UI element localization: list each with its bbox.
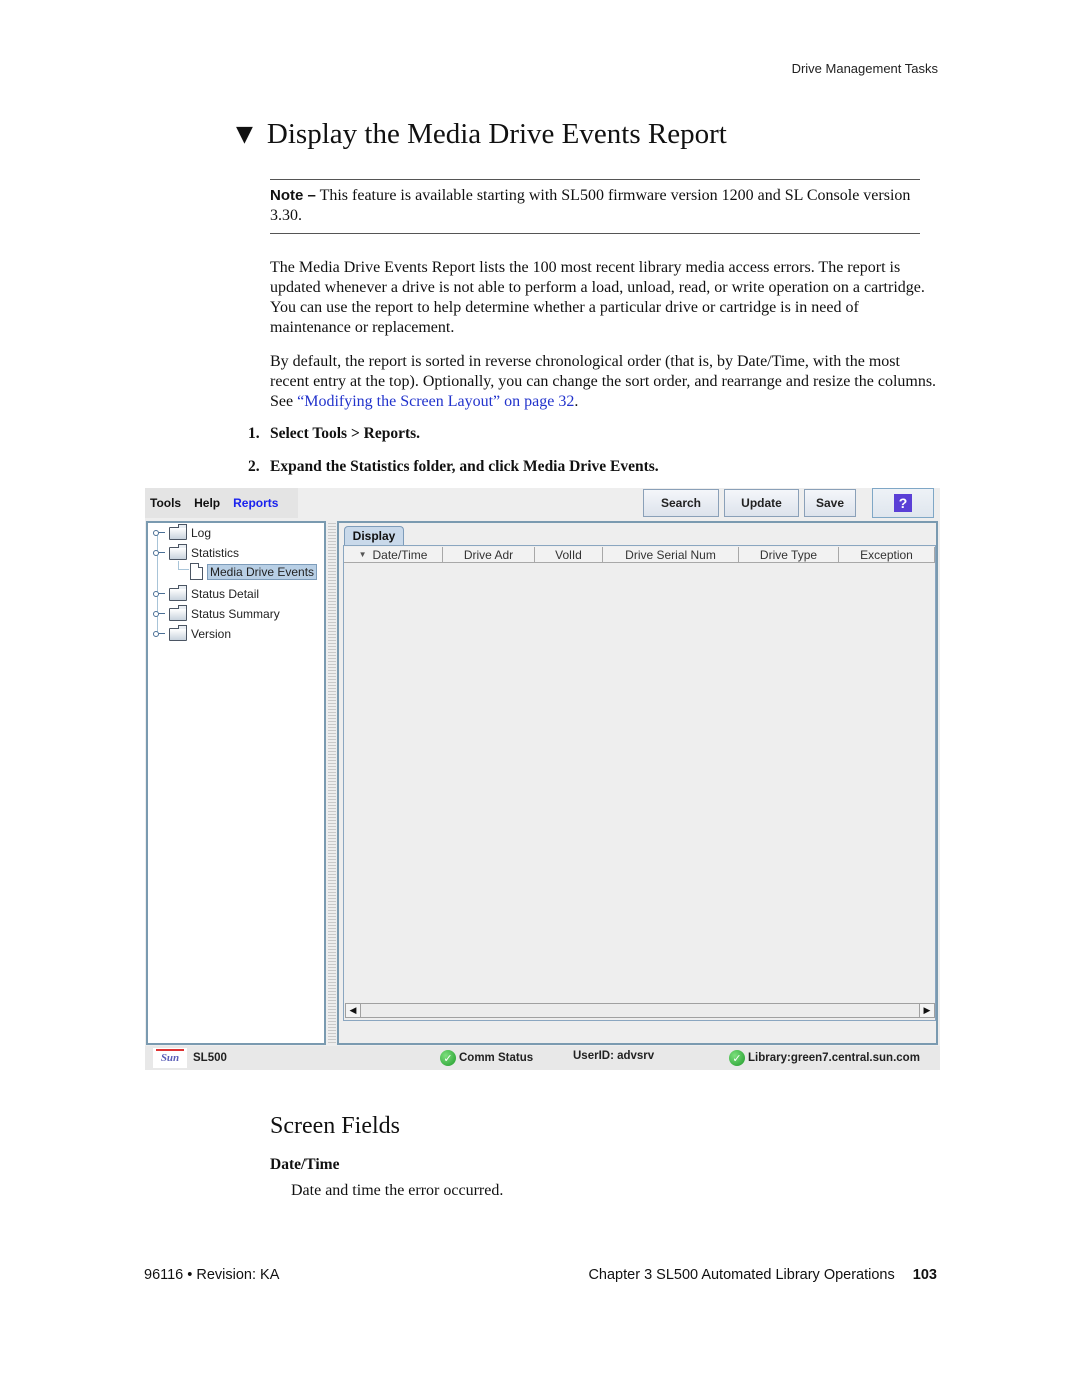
expand-handle-icon[interactable] (153, 610, 165, 618)
help-button[interactable]: ? (872, 488, 934, 518)
tree-item-version[interactable]: Version (153, 624, 232, 641)
step-text: Expand the Statistics folder, and click … (270, 458, 659, 475)
check-ok-icon: ✓ (440, 1050, 456, 1066)
expand-handle-icon[interactable] (153, 529, 165, 537)
scroll-right-icon[interactable]: ▶ (919, 1004, 934, 1017)
step-text: Select Tools > Reports. (270, 425, 421, 442)
tree-item-label: Media Drive Events (207, 563, 318, 580)
procedure-triangle-icon: ▼ (236, 122, 253, 147)
product-badge: Sun SL500 (153, 1048, 227, 1068)
note-label: Note – (270, 187, 316, 204)
tree-item-label: Status Summary (191, 607, 280, 621)
tree-connector (178, 561, 189, 570)
save-button[interactable]: Save (804, 489, 856, 517)
tree-item-label: Log (191, 526, 212, 540)
product-name: SL500 (193, 1052, 227, 1064)
document-icon (190, 563, 203, 580)
check-ok-icon: ✓ (729, 1050, 745, 1066)
library-label: Library:green7.central.sun.com (748, 1052, 920, 1064)
note-bottom-rule (270, 233, 920, 234)
note-text: This feature is available starting with … (270, 187, 911, 224)
sort-descending-icon: ▼ (358, 550, 367, 559)
note-top-rule (270, 179, 920, 180)
tab-display[interactable]: Display (344, 526, 404, 545)
help-icon: ? (894, 494, 912, 512)
folder-icon (169, 543, 187, 560)
comm-status-label: Comm Status (459, 1052, 534, 1064)
folder-icon (169, 604, 187, 621)
field-label: Date/Time (270, 1156, 340, 1173)
search-button[interactable]: Search (643, 489, 719, 517)
split-pane-divider[interactable] (328, 521, 336, 1045)
column-header-drive-adr[interactable]: Drive Adr (443, 547, 535, 563)
table-header: ▼ Date/Time Drive Adr VolId Drive Serial… (344, 547, 935, 563)
sun-logo-icon: Sun (153, 1048, 187, 1068)
folder-icon (169, 624, 187, 641)
step-2: 2. Expand the Statistics folder, and clic… (248, 458, 659, 476)
column-header-date-time[interactable]: ▼ Date/Time (344, 547, 443, 563)
tree-item-status-summary[interactable]: Status Summary (153, 604, 280, 621)
menu-tools[interactable]: Tools (150, 496, 181, 510)
step-number: 2. (248, 458, 260, 475)
column-header-volid[interactable]: VolId (535, 547, 603, 563)
step-number: 1. (248, 425, 260, 442)
footer-left: 96116 • Revision: KA (144, 1267, 280, 1283)
tree-item-statistics[interactable]: Statistics (153, 543, 240, 560)
column-label: Date/Time (372, 547, 428, 562)
cross-reference-period: . (574, 393, 579, 410)
tree-item-status-detail[interactable]: Status Detail (153, 584, 260, 601)
tree-item-label: Version (191, 627, 232, 641)
page-number: 103 (912, 1267, 937, 1283)
expanded-handle-icon[interactable] (153, 549, 165, 557)
tree-item-media-drive-events[interactable]: Media Drive Events (190, 563, 318, 580)
page-title: Display the Media Drive Events Report (266, 118, 727, 150)
expand-handle-icon[interactable] (153, 630, 165, 638)
events-table: ▼ Date/Time Drive Adr VolId Drive Serial… (343, 545, 936, 1021)
field-description: Date and time the error occurred. (291, 1182, 504, 1199)
footer-chapter: Chapter 3 SL500 Automated Library Operat… (588, 1267, 895, 1283)
section-title-row: ▼ Display the Media Drive Events Report (236, 118, 727, 151)
horizontal-scrollbar[interactable]: ◀ ▶ (345, 1003, 935, 1018)
menu-help[interactable]: Help (194, 496, 220, 510)
note-box: Note – This feature is available startin… (270, 186, 920, 226)
expand-handle-icon[interactable] (153, 590, 165, 598)
intro-paragraph: The Media Drive Events Report lists the … (270, 259, 925, 336)
tree-item-label: Status Detail (191, 587, 260, 601)
footer-right: Chapter 3 SL500 Automated Library Operat… (588, 1267, 937, 1283)
report-panel: Display ▼ Date/Time Drive Adr VolId Driv… (337, 521, 938, 1045)
tree-item-label: Statistics (191, 546, 240, 560)
library-status: ✓ Library:green7.central.sun.com (729, 1050, 920, 1066)
folder-icon (169, 523, 187, 540)
cross-reference-link[interactable]: “Modifying the Screen Layout” on page 32 (297, 393, 574, 410)
section-heading: Screen Fields (270, 1113, 400, 1139)
running-head: Drive Management Tasks (791, 61, 938, 76)
status-bar: Sun SL500 ✓ Comm Status UserID: advsrv ✓… (145, 1046, 940, 1070)
menu-bar: Tools Help Reports (145, 488, 298, 518)
comm-status: ✓ Comm Status (440, 1050, 533, 1066)
column-header-drive-serial-num[interactable]: Drive Serial Num (603, 547, 739, 563)
column-header-exception[interactable]: Exception (839, 547, 935, 563)
tree-item-log[interactable]: Log (153, 523, 212, 540)
sl-console-window: Tools Help Reports Search Update Save ? … (145, 488, 940, 1070)
user-id: UserID: advsrv (573, 1050, 655, 1062)
column-header-drive-type[interactable]: Drive Type (739, 547, 839, 563)
update-button[interactable]: Update (724, 489, 799, 517)
step-1: 1. Select Tools > Reports. (248, 425, 420, 443)
menu-reports[interactable]: Reports (233, 496, 278, 510)
folder-icon (169, 584, 187, 601)
sort-paragraph: By default, the report is sorted in reve… (270, 352, 940, 412)
report-tree: Log Statistics Media Drive Events Status… (146, 521, 326, 1045)
scroll-left-icon[interactable]: ◀ (346, 1004, 361, 1017)
